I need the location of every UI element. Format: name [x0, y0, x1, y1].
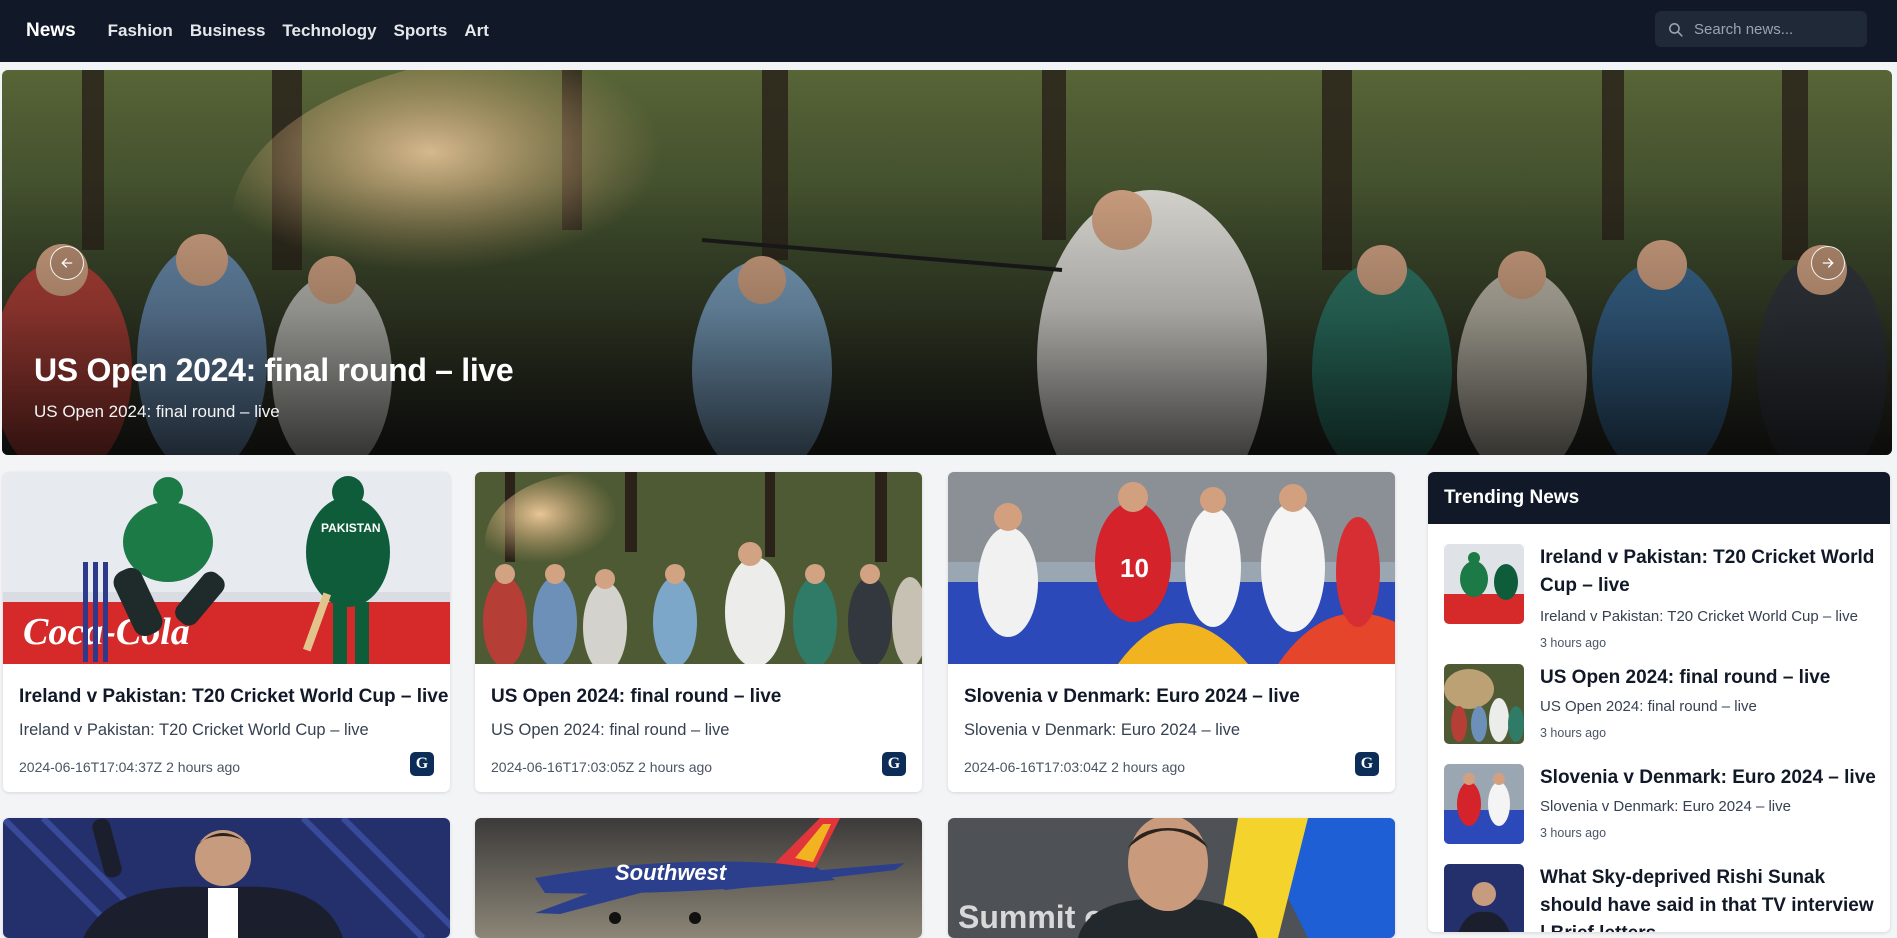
card-image: 10 — [948, 472, 1395, 664]
nav-link-technology[interactable]: Technology — [282, 21, 376, 41]
top-nav: News Fashion Business Technology Sports … — [0, 0, 1897, 62]
card-image — [475, 472, 922, 664]
trending-summary: US Open 2024: final round – live — [1540, 698, 1757, 715]
trending-summary: Ireland v Pakistan: T20 Cricket World Cu… — [1540, 608, 1858, 625]
guardian-logo-icon: G — [410, 752, 434, 776]
nav-links: Fashion Business Technology Sports Art — [108, 21, 489, 41]
trending-thumbnail — [1444, 764, 1524, 844]
news-card[interactable]: 10 Slovenia v Denmark: Euro 2024 – live … — [948, 472, 1395, 792]
trending-header: Trending News — [1428, 472, 1890, 524]
news-card[interactable]: Coca-Cola PAKISTAN Ireland v Pakistan: T… — [3, 472, 450, 792]
search-icon — [1669, 22, 1683, 37]
nav-link-fashion[interactable]: Fashion — [108, 21, 173, 41]
hero-carousel[interactable]: US Open 2024: final round – live US Open… — [2, 70, 1892, 455]
trending-title[interactable]: US Open 2024: final round – live — [1540, 664, 1880, 692]
card-meta: 2024-06-16T17:03:05Z 2 hours ago — [491, 759, 712, 775]
card-meta: 2024-06-16T17:04:37Z 2 hours ago — [19, 759, 240, 775]
card-ago: 2 hours ago — [1111, 759, 1186, 775]
trending-panel: Trending News Ireland v Pakistan: T20 Cr… — [1428, 472, 1890, 932]
hero-prev-button[interactable] — [50, 246, 84, 280]
card-ago: 2 hours ago — [166, 759, 241, 775]
news-card[interactable] — [3, 818, 450, 938]
trending-time: 3 hours ago — [1540, 726, 1607, 740]
trending-item[interactable]: What Sky-deprived Rishi Sunak should hav… — [1444, 864, 1884, 932]
guardian-logo-icon: G — [882, 752, 906, 776]
news-card[interactable]: Southwest — [475, 818, 922, 938]
arrow-right-icon — [1822, 258, 1834, 268]
nav-link-art[interactable]: Art — [464, 21, 489, 41]
trending-item[interactable]: US Open 2024: final round – live US Open… — [1444, 664, 1884, 748]
search-input[interactable] — [1694, 20, 1854, 38]
card-title[interactable]: Ireland v Pakistan: T20 Cricket World Cu… — [19, 686, 448, 708]
svg-text:PAKISTAN: PAKISTAN — [321, 521, 381, 535]
trending-thumbnail — [1444, 544, 1524, 624]
card-timestamp: 2024-06-16T17:04:37Z — [19, 759, 163, 775]
card-timestamp: 2024-06-16T17:03:04Z — [964, 759, 1108, 775]
hero-title[interactable]: US Open 2024: final round – live — [34, 352, 514, 389]
nav-link-business[interactable]: Business — [190, 21, 266, 41]
trending-title[interactable]: Ireland v Pakistan: T20 Cricket World Cu… — [1540, 544, 1880, 600]
card-ago: 2 hours ago — [638, 759, 713, 775]
hero-next-button[interactable] — [1811, 246, 1845, 280]
news-card[interactable]: US Open 2024: final round – live US Open… — [475, 472, 922, 792]
trending-time: 3 hours ago — [1540, 826, 1607, 840]
trending-item[interactable]: Slovenia v Denmark: Euro 2024 – live Slo… — [1444, 764, 1884, 848]
news-card[interactable]: Summit on — [948, 818, 1395, 938]
card-summary: Slovenia v Denmark: Euro 2024 – live — [964, 721, 1241, 739]
card-title[interactable]: US Open 2024: final round – live — [491, 686, 781, 708]
svg-text:10: 10 — [1120, 553, 1149, 583]
trending-item[interactable]: Ireland v Pakistan: T20 Cricket World Cu… — [1444, 544, 1884, 650]
search-box[interactable] — [1655, 11, 1867, 47]
guardian-logo-icon: G — [1355, 752, 1379, 776]
svg-text:Southwest: Southwest — [615, 860, 728, 885]
card-summary: Ireland v Pakistan: T20 Cricket World Cu… — [19, 721, 369, 739]
hero-overlay — [2, 70, 1892, 455]
card-meta: 2024-06-16T17:03:04Z 2 hours ago — [964, 759, 1185, 775]
card-image — [3, 818, 450, 938]
card-title[interactable]: Slovenia v Denmark: Euro 2024 – live — [964, 686, 1300, 708]
trending-thumbnail — [1444, 864, 1524, 932]
card-summary: US Open 2024: final round – live — [491, 721, 730, 739]
trending-summary: Slovenia v Denmark: Euro 2024 – live — [1540, 798, 1791, 815]
trending-time: 3 hours ago — [1540, 636, 1607, 650]
trending-title[interactable]: What Sky-deprived Rishi Sunak should hav… — [1540, 864, 1880, 932]
hero-subtitle: US Open 2024: final round – live — [34, 402, 280, 421]
card-timestamp: 2024-06-16T17:03:05Z — [491, 759, 635, 775]
card-image: Coca-Cola PAKISTAN — [3, 472, 450, 664]
card-image: Southwest — [475, 818, 922, 938]
card-image: Summit on — [948, 818, 1395, 938]
nav-link-sports[interactable]: Sports — [394, 21, 448, 41]
trending-thumbnail — [1444, 664, 1524, 744]
trending-title[interactable]: Slovenia v Denmark: Euro 2024 – live — [1540, 764, 1880, 792]
brand-logo[interactable]: News — [26, 20, 76, 42]
arrow-left-icon — [61, 258, 73, 268]
